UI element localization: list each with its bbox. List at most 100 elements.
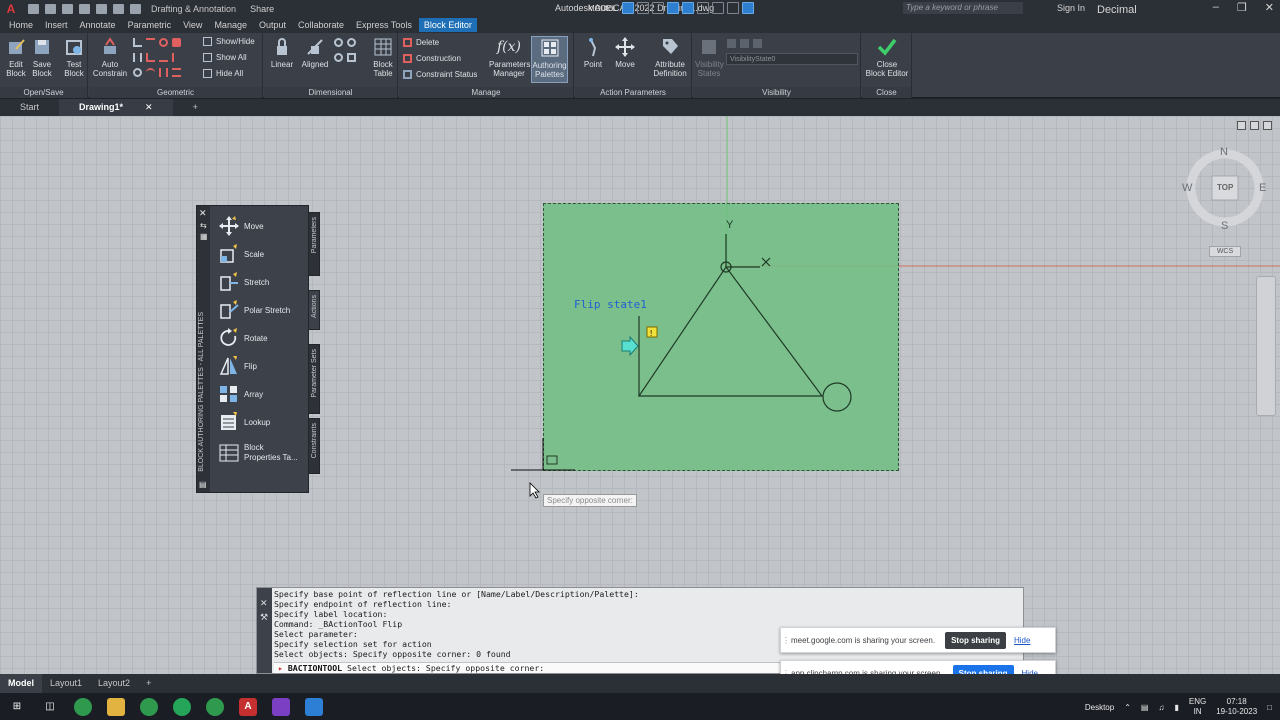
- close-block-editor-button[interactable]: Close Block Editor: [864, 36, 910, 78]
- geometric-panel-label[interactable]: Geometric: [89, 87, 262, 98]
- action-parameters-panel-label[interactable]: Action Parameters: [575, 87, 691, 98]
- parallel-icon[interactable]: [133, 53, 142, 62]
- palette-autohide-icon[interactable]: ⇆: [200, 221, 207, 230]
- desktop-toolbar[interactable]: Desktop: [1085, 703, 1114, 712]
- perpendicular-icon[interactable]: [146, 53, 155, 62]
- palette-item-rotate[interactable]: Rotate: [219, 324, 301, 352]
- viewcube-east[interactable]: E: [1259, 182, 1266, 194]
- search-input[interactable]: Type a keyword or phrase: [903, 2, 1023, 14]
- new-file-icon[interactable]: [28, 3, 39, 14]
- whatsapp-icon[interactable]: [173, 697, 191, 716]
- palette-tab-parameters[interactable]: Parameters: [308, 212, 320, 276]
- coincident-icon[interactable]: [133, 38, 142, 47]
- hide-all-button[interactable]: Hide All: [203, 69, 243, 78]
- palette-tab-actions[interactable]: Actions: [308, 290, 320, 330]
- angular-lock-icon[interactable]: [334, 38, 343, 47]
- horizontal-icon[interactable]: [159, 53, 168, 62]
- diameter-lock-icon[interactable]: [334, 53, 343, 62]
- palette-tab-constraints[interactable]: Constraints: [308, 418, 320, 474]
- volume-icon[interactable]: ♫: [1158, 703, 1164, 712]
- start-tab[interactable]: Start: [0, 99, 59, 116]
- isodraft-icon[interactable]: [712, 2, 725, 14]
- workspace-switcher[interactable]: Drafting & Annotation: [151, 4, 236, 14]
- navigation-bar[interactable]: [1256, 276, 1276, 416]
- chrome-profile-icon[interactable]: [140, 697, 158, 716]
- palette-tab-parameter-sets[interactable]: Parameter Sets: [308, 344, 320, 414]
- undo-icon[interactable]: [113, 3, 124, 14]
- grid-icon[interactable]: [622, 2, 635, 14]
- redo-icon[interactable]: [130, 3, 141, 14]
- units-dropdown[interactable]: Decimal: [1097, 4, 1137, 16]
- point-button[interactable]: Point: [581, 36, 605, 69]
- delete-button[interactable]: Delete: [403, 38, 439, 47]
- smooth-icon[interactable]: [146, 68, 155, 77]
- flip-state-label[interactable]: Flip state1: [574, 298, 647, 311]
- plot-icon[interactable]: [96, 3, 107, 14]
- construction-button[interactable]: Construction: [403, 54, 461, 63]
- lock-icon[interactable]: [172, 38, 181, 47]
- linear-button[interactable]: Linear: [268, 36, 296, 69]
- vertical-icon[interactable]: [172, 53, 181, 62]
- save-block-button[interactable]: Save Block: [30, 36, 54, 78]
- layout-tab-layout2[interactable]: Layout2: [90, 674, 138, 693]
- palette-item-polar-stretch[interactable]: Polar Stretch: [219, 296, 301, 324]
- make-visible-icon[interactable]: [740, 39, 749, 48]
- authoring-palettes-button[interactable]: Authoring Palettes: [531, 36, 568, 83]
- tab-output[interactable]: Output: [254, 18, 291, 32]
- move-action-button[interactable]: Move: [613, 36, 637, 69]
- network-icon[interactable]: ▤: [1141, 703, 1149, 712]
- polar-icon[interactable]: [697, 2, 710, 14]
- palette-item-scale[interactable]: Scale: [219, 240, 301, 268]
- app-icon[interactable]: [305, 697, 323, 716]
- autocad-taskbar-icon[interactable]: A: [239, 697, 257, 716]
- palette-close-icon[interactable]: ✕: [199, 208, 207, 219]
- ortho-icon[interactable]: [682, 2, 695, 14]
- dynamic-input-icon[interactable]: [667, 2, 680, 14]
- clock[interactable]: 07:18 19-10-2023: [1216, 697, 1257, 717]
- equal-icon[interactable]: [172, 68, 181, 77]
- viewcube-south[interactable]: S: [1221, 220, 1228, 232]
- object-snap-tracking-icon[interactable]: [727, 2, 740, 14]
- close-window-icon[interactable]: ✕: [1265, 1, 1274, 14]
- save-icon[interactable]: [62, 3, 73, 14]
- auto-constrain-button[interactable]: Auto Constrain: [92, 36, 128, 78]
- test-block-button[interactable]: Test Block: [62, 36, 86, 78]
- triangle-shape[interactable]: [637, 265, 824, 397]
- hide-notification-link[interactable]: Hide: [1014, 636, 1030, 645]
- command-line-close-icon[interactable]: ✕: [260, 598, 268, 609]
- chrome-icon[interactable]: [74, 697, 92, 716]
- tab-insert[interactable]: Insert: [40, 18, 73, 32]
- manage-panel-label[interactable]: Manage: [399, 87, 573, 98]
- edit-block-button[interactable]: Edit Block: [4, 36, 28, 78]
- show-all-button[interactable]: Show All: [203, 53, 247, 62]
- minimize-icon[interactable]: –: [1213, 1, 1219, 14]
- task-view-icon[interactable]: ◫: [41, 698, 59, 716]
- autocad-logo-icon[interactable]: A: [0, 0, 22, 17]
- chevron-up-icon[interactable]: ⌃: [1124, 703, 1131, 712]
- infer-constraints-icon[interactable]: [652, 2, 665, 14]
- visibility-state-dropdown[interactable]: VisibilityState0: [726, 53, 858, 65]
- sign-in-button[interactable]: Sign In: [1057, 3, 1085, 13]
- add-layout-icon[interactable]: +: [138, 674, 159, 693]
- tab-collaborate[interactable]: Collaborate: [293, 18, 349, 32]
- model-space-button[interactable]: MODEL: [585, 3, 619, 14]
- close-tab-icon[interactable]: ✕: [145, 102, 153, 112]
- viewcube-top-face[interactable]: TOP: [1217, 183, 1233, 192]
- palette-item-block-properties-table[interactable]: Block Properties Ta...: [219, 436, 301, 470]
- tab-annotate[interactable]: Annotate: [75, 18, 121, 32]
- make-invisible-icon[interactable]: [753, 39, 762, 48]
- circle-shape[interactable]: [822, 382, 852, 412]
- visibility-mode-icon[interactable]: [727, 39, 736, 48]
- parameters-manager-button[interactable]: f(x) Parameters Manager: [489, 36, 530, 79]
- save-as-icon[interactable]: [79, 3, 90, 14]
- tangent-icon[interactable]: [133, 68, 142, 77]
- snap-icon[interactable]: [637, 2, 650, 14]
- viewcube-north[interactable]: N: [1220, 146, 1228, 158]
- notification-grip-icon[interactable]: ⋮: [781, 636, 791, 645]
- command-line-settings-icon[interactable]: ⚒: [260, 612, 268, 623]
- block-table-button[interactable]: Block Table: [370, 36, 396, 78]
- layout-tab-layout1[interactable]: Layout1: [42, 674, 90, 693]
- tab-home[interactable]: Home: [4, 18, 38, 32]
- new-tab-icon[interactable]: +: [173, 99, 218, 116]
- chrome-second-icon[interactable]: [206, 697, 224, 716]
